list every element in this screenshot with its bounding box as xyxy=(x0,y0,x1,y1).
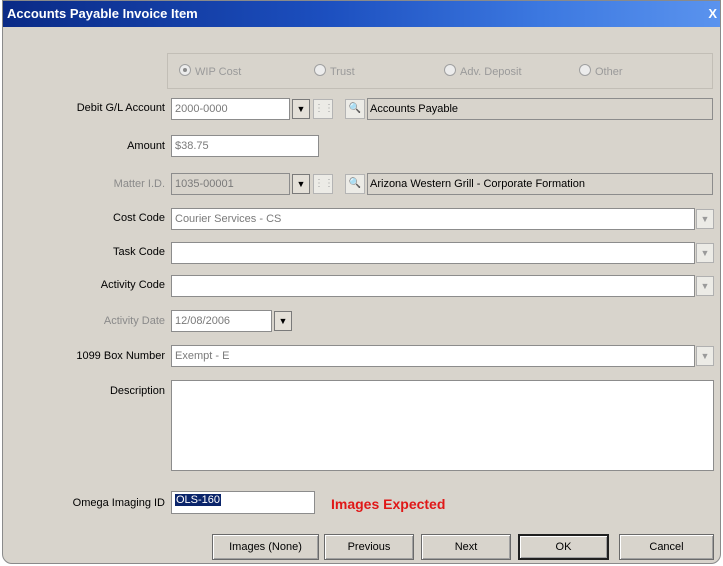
description-textarea[interactable] xyxy=(171,380,714,471)
images-button[interactable]: Images (None) xyxy=(212,534,319,560)
radio-icon xyxy=(579,64,591,76)
matter-id-label: Matter I.D. xyxy=(113,178,165,190)
cost-code-label: Cost Code xyxy=(113,212,165,224)
radio-other[interactable]: Other xyxy=(579,64,623,78)
list-icon[interactable]: ⋮⋮ xyxy=(313,99,334,119)
chevron-down-icon[interactable]: ▼ xyxy=(292,99,310,119)
box-1099-select[interactable]: Exempt - E xyxy=(171,345,695,367)
omega-imaging-value: OLS-160 xyxy=(175,494,222,506)
radio-label: Trust xyxy=(330,66,355,78)
dialog-window: Accounts Payable Invoice Item X WIP Cost… xyxy=(2,0,721,564)
list-icon[interactable]: ⋮⋮ xyxy=(313,174,334,194)
images-status: Images Expected xyxy=(331,496,446,512)
cancel-button[interactable]: Cancel xyxy=(619,534,714,560)
radio-adv-deposit[interactable]: Adv. Deposit xyxy=(444,64,522,78)
activity-code-select[interactable] xyxy=(171,275,695,297)
radio-trust[interactable]: Trust xyxy=(314,64,355,78)
omega-imaging-label: Omega Imaging ID xyxy=(72,497,165,509)
activity-date-label: Activity Date xyxy=(103,315,165,327)
radio-label: Other xyxy=(595,66,623,78)
ok-button[interactable]: OK xyxy=(518,534,609,560)
previous-button[interactable]: Previous xyxy=(324,534,414,560)
cost-type-group xyxy=(167,53,713,89)
box-1099-label: 1099 Box Number xyxy=(76,350,165,362)
cost-code-select[interactable]: Courier Services - CS xyxy=(171,208,695,230)
lookup-icon[interactable]: 🔍 xyxy=(345,99,365,119)
description-label: Description xyxy=(109,385,165,397)
debit-gl-description: Accounts Payable xyxy=(367,98,713,120)
close-icon[interactable]: X xyxy=(708,1,717,27)
chevron-down-icon[interactable]: ▼ xyxy=(274,311,292,331)
radio-selected-icon xyxy=(179,64,191,76)
radio-label: WIP Cost xyxy=(195,66,242,78)
amount-label: Amount xyxy=(127,140,165,152)
chevron-down-icon[interactable]: ▼ xyxy=(696,346,714,366)
next-button[interactable]: Next xyxy=(421,534,511,560)
activity-date-input[interactable]: 12/08/2006 xyxy=(171,310,272,332)
matter-id-input[interactable]: 1035-00001 xyxy=(171,173,290,195)
chevron-down-icon[interactable]: ▼ xyxy=(696,209,714,229)
task-code-select[interactable] xyxy=(171,242,695,264)
window-title: Accounts Payable Invoice Item xyxy=(7,6,198,21)
chevron-down-icon[interactable]: ▼ xyxy=(696,276,714,296)
activity-code-label: Activity Code xyxy=(100,279,165,291)
debit-gl-input[interactable]: 2000-0000 xyxy=(171,98,290,120)
amount-input[interactable]: $38.75 xyxy=(171,135,319,157)
debit-gl-label: Debit G/L Account xyxy=(76,102,165,114)
radio-icon xyxy=(444,64,456,76)
title-bar[interactable]: Accounts Payable Invoice Item X xyxy=(3,1,720,27)
chevron-down-icon[interactable]: ▼ xyxy=(696,243,714,263)
chevron-down-icon[interactable]: ▼ xyxy=(292,174,310,194)
radio-icon xyxy=(314,64,326,76)
task-code-label: Task Code xyxy=(113,246,165,258)
matter-description: Arizona Western Grill - Corporate Format… xyxy=(367,173,713,195)
radio-label: Adv. Deposit xyxy=(460,66,522,78)
lookup-icon[interactable]: 🔍 xyxy=(345,174,365,194)
radio-wip-cost[interactable]: WIP Cost xyxy=(179,64,241,78)
omega-imaging-input[interactable]: OLS-160 xyxy=(171,491,315,514)
